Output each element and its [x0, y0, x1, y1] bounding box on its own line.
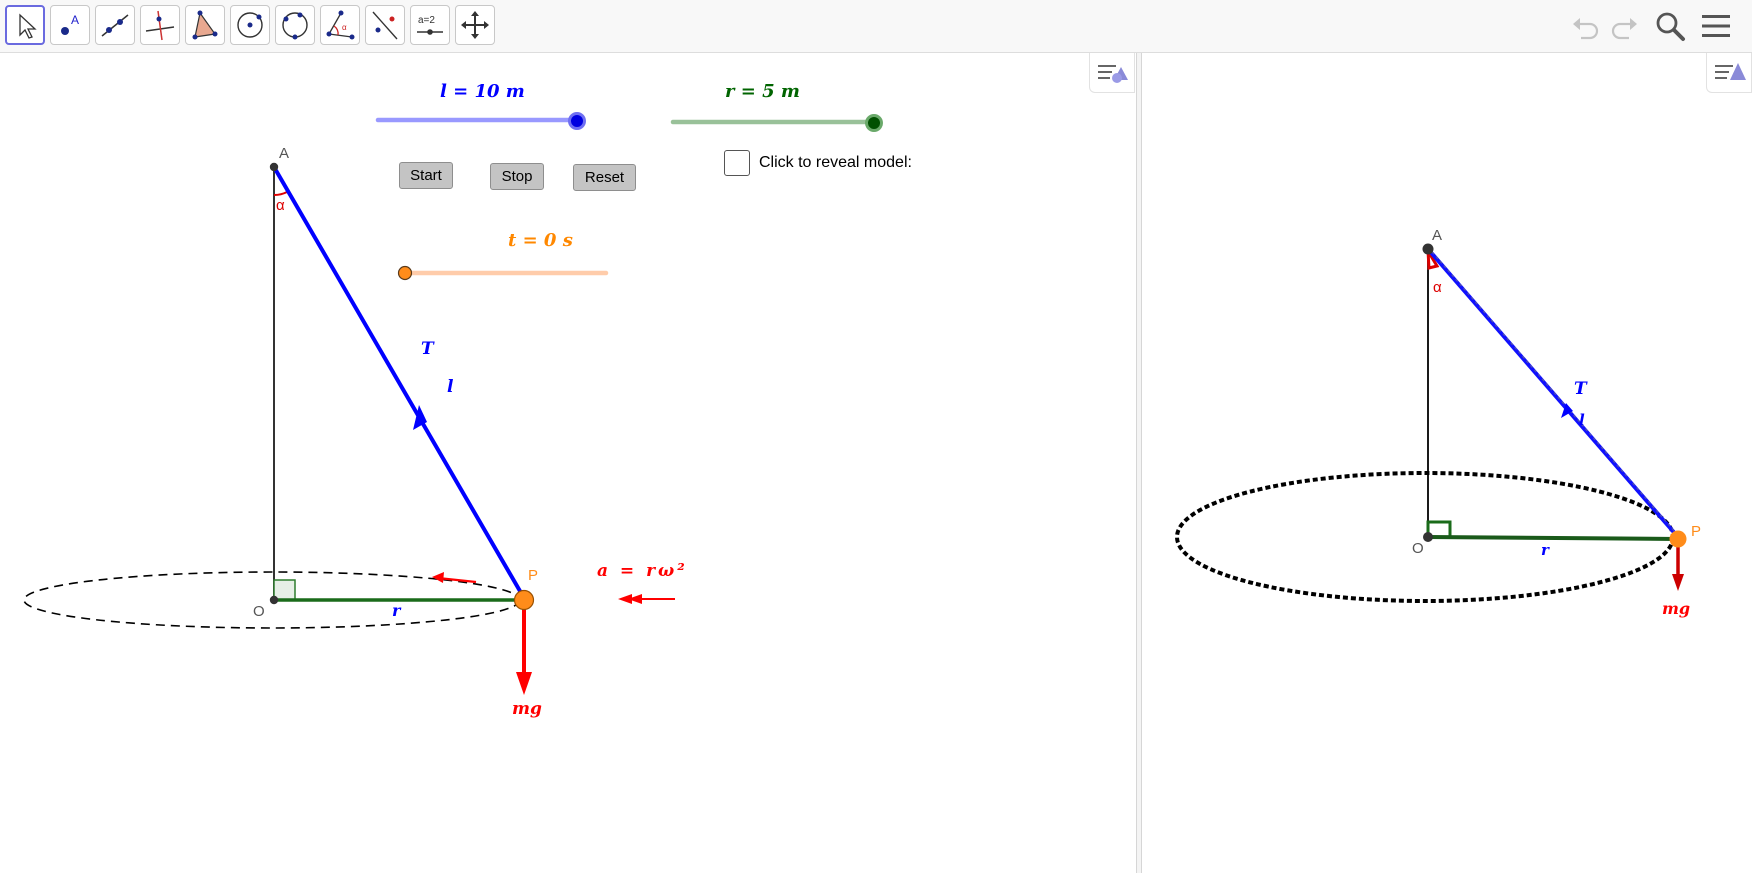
tension-label-3d: T [1574, 379, 1587, 399]
move-graphics-view-tool-icon [461, 11, 489, 39]
polygon-tool-button[interactable] [185, 5, 225, 45]
string-line-3d [1426, 247, 1680, 539]
weight-arrowhead [516, 672, 532, 695]
line-tool-button[interactable] [95, 5, 135, 45]
style-bar-icon [1098, 65, 1128, 83]
string-line [272, 165, 526, 600]
circle-center-point-tool-icon [237, 12, 263, 38]
style-bar-toggle-3d[interactable] [1706, 53, 1752, 93]
perpendicular-line-tool-button[interactable] [140, 5, 180, 45]
point-p-3d[interactable] [1669, 530, 1687, 548]
slider-r-handle[interactable] [865, 114, 883, 132]
point-o-label-3d: O [1412, 540, 1424, 557]
point-o-label: O [253, 603, 265, 620]
slider-r-label: r = 5 m [725, 81, 800, 102]
move-graphics-view-tool-button[interactable] [455, 5, 495, 45]
menu-icon [1702, 15, 1730, 37]
weight-label-3d: mg [1662, 599, 1691, 618]
slider-l-label: l = 10 m [440, 81, 525, 102]
stop-button[interactable]: Stop [490, 163, 544, 190]
slider-tool-glyph: a=2 [418, 15, 435, 26]
slider-tool-button[interactable]: a=2 [410, 5, 450, 45]
polygon-tool-icon [192, 10, 218, 40]
svg-text:α: α [342, 23, 347, 32]
radius-line-3d [1427, 535, 1679, 541]
undo-icon [1573, 18, 1599, 40]
slider-t-label: t = 0 s [508, 230, 573, 251]
angle-tool-button[interactable]: α [320, 5, 360, 45]
acceleration-formula: a = rω² [597, 561, 688, 581]
graphics-canvas-1[interactable] [0, 53, 1135, 873]
point-o[interactable] [269, 595, 279, 605]
circle-center-point-tool-button[interactable] [230, 5, 270, 45]
point-o-3d[interactable] [1423, 532, 1433, 542]
point-a[interactable] [269, 162, 279, 172]
angle-tool-icon: α [326, 10, 355, 40]
redo-icon [1611, 18, 1637, 40]
reveal-model-label: Click to reveal model: [759, 154, 912, 171]
style-bar-toggle-1[interactable] [1089, 53, 1135, 93]
point-tool-button[interactable]: A [50, 5, 90, 45]
reflect-tool-button[interactable] [365, 5, 405, 45]
angle-alpha-label: α [276, 197, 285, 214]
right-angle-marker [273, 579, 296, 601]
point-p[interactable] [513, 589, 535, 611]
circle-three-points-tool-button[interactable] [275, 5, 315, 45]
style-bar-icon [1715, 63, 1746, 80]
main-menu-button[interactable] [1698, 8, 1734, 44]
search-button[interactable] [1652, 8, 1688, 44]
view-divider[interactable] [1136, 53, 1142, 873]
reset-button[interactable]: Reset [573, 164, 636, 191]
length-label: l [447, 377, 454, 397]
velocity-arrowhead [432, 572, 444, 583]
undo-button[interactable] [1568, 8, 1604, 44]
slider-t-handle[interactable] [397, 265, 413, 281]
circle-three-points-tool-icon [282, 12, 308, 40]
weight-arrowhead-3d [1672, 574, 1684, 591]
slider-l-handle[interactable] [568, 112, 586, 130]
point-a-label-3d: A [1432, 227, 1443, 244]
move-tool-icon [19, 13, 37, 39]
redo-button[interactable] [1606, 8, 1642, 44]
line-tool-icon [101, 14, 129, 37]
slider-tool-icon: a=2 [417, 15, 443, 35]
weight-label: mg [512, 699, 542, 719]
graphics-canvas-3d[interactable] [1143, 53, 1752, 873]
start-button[interactable]: Start [399, 162, 453, 189]
point-p-label-3d: P [1691, 523, 1702, 540]
toolbar: A α a=2 [0, 0, 1752, 53]
radius-label: r [392, 601, 401, 620]
point-tool-icon: A [61, 13, 79, 35]
point-a-3d[interactable] [1422, 243, 1434, 255]
perpendicular-line-tool-icon [145, 10, 175, 41]
point-a-label: A [279, 145, 290, 162]
angle-alpha-label-3d: α [1433, 279, 1442, 296]
graphics-view-3d[interactable]: A O P α T l r mg [1143, 53, 1752, 873]
move-tool-button[interactable] [5, 5, 45, 45]
point-tool-glyph: A [71, 13, 79, 27]
angle-alpha-arc [273, 191, 288, 197]
length-label-3d: l [1579, 411, 1585, 429]
radius-label-3d: r [1541, 541, 1549, 559]
graphics-view-1[interactable]: l = 10 m r = 5 m t = 0 s Start Stop Rese… [0, 53, 1135, 873]
search-icon [1656, 12, 1685, 41]
point-p-label: P [528, 567, 539, 584]
acceleration-arrowhead [618, 594, 642, 604]
tension-label: T [421, 339, 434, 359]
reflect-tool-icon [372, 11, 398, 40]
reveal-model-checkbox[interactable] [724, 150, 750, 176]
